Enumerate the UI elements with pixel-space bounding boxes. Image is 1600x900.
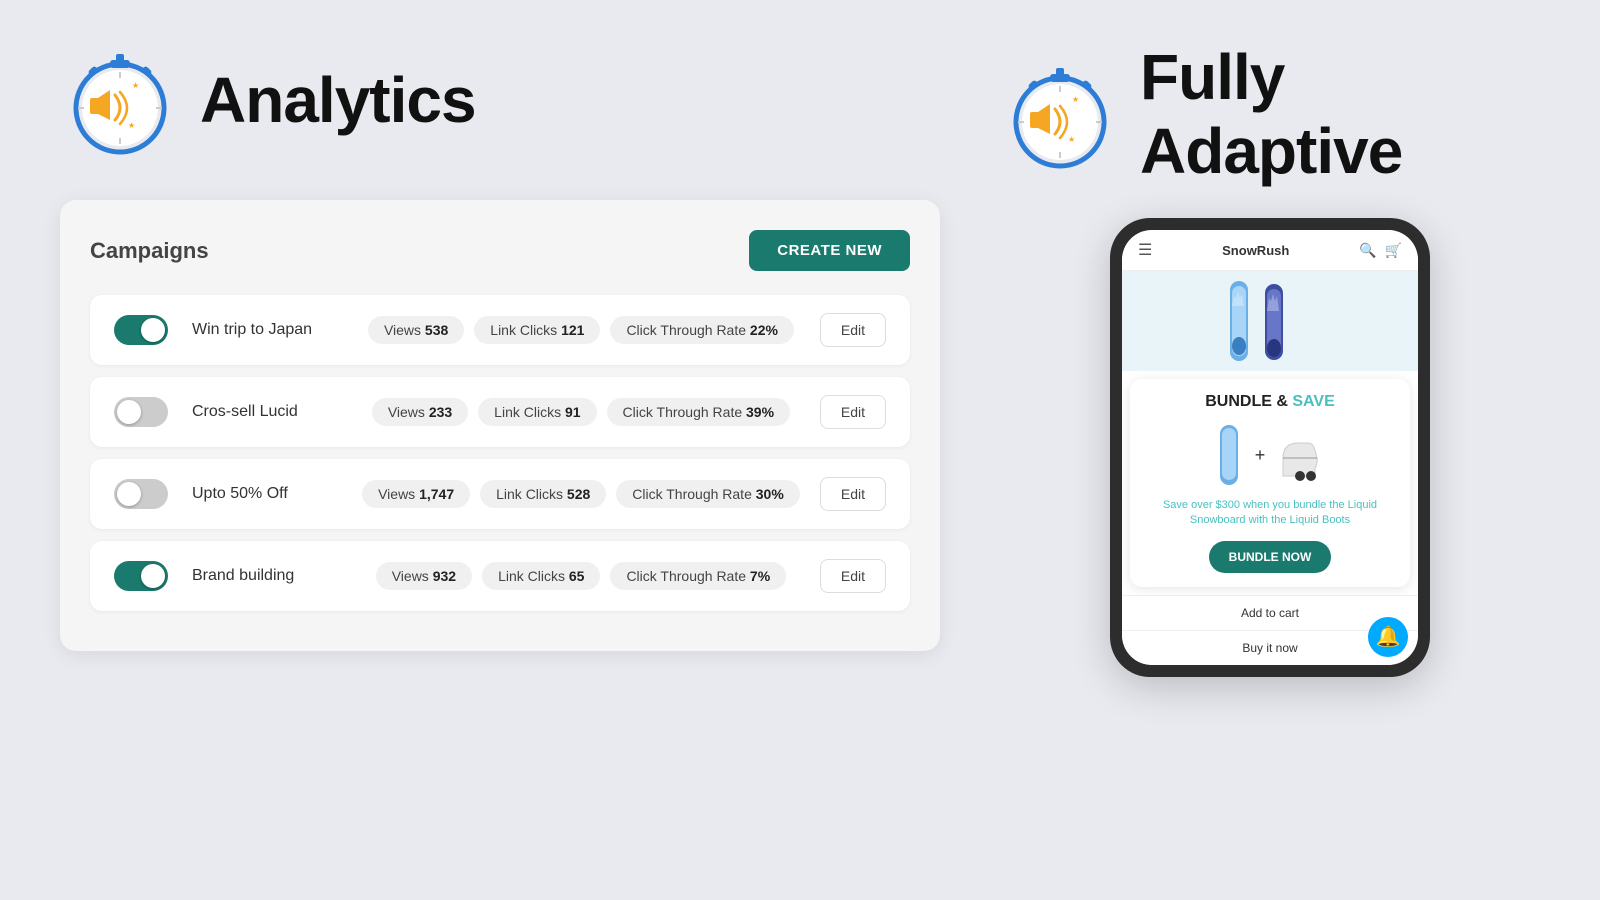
views-stat-0: Views 538 <box>368 316 464 344</box>
campaign-toggle-0[interactable] <box>114 315 168 345</box>
phone-top-bar: ☰ SnowRush 🔍 🛒 <box>1122 230 1418 271</box>
campaign-row: Upto 50% Off Views 1,747 Link Clicks 528… <box>90 459 910 529</box>
campaign-name-1: Cros-sell Lucid <box>192 403 352 421</box>
campaign-row: Win trip to Japan Views 538 Link Clicks … <box>90 295 910 365</box>
campaign-stats-1: Views 233 Link Clicks 91 Click Through R… <box>352 398 810 426</box>
analytics-title: Analytics <box>200 63 476 137</box>
campaigns-panel: Campaigns CREATE NEW Win trip to Japan V… <box>60 200 940 651</box>
bundle-now-button[interactable]: BUNDLE NOW <box>1209 541 1332 573</box>
link-clicks-stat-2: Link Clicks 528 <box>480 480 606 508</box>
campaign-row: Cros-sell Lucid Views 233 Link Clicks 91… <box>90 377 910 447</box>
views-stat-1: Views 233 <box>372 398 468 426</box>
campaign-stats-2: Views 1,747 Link Clicks 528 Click Throug… <box>352 480 810 508</box>
svg-text:★: ★ <box>128 121 135 130</box>
campaign-name-2: Upto 50% Off <box>192 485 352 503</box>
add-to-cart-text: Add to cart <box>1241 606 1299 620</box>
right-header: ★ ★ Fully Adaptive <box>1000 40 1540 188</box>
svg-text:★: ★ <box>1072 95 1079 104</box>
bundle-text: BUNDLE & <box>1205 393 1288 410</box>
edit-button-1[interactable]: Edit <box>820 395 886 429</box>
buy-now-text: Buy it now <box>1242 641 1297 655</box>
hamburger-icon[interactable]: ☰ <box>1138 240 1152 260</box>
right-section: ★ ★ Fully Adaptive ☰ SnowRush 🔍 🛒 <box>1000 40 1540 677</box>
edit-button-2[interactable]: Edit <box>820 477 886 511</box>
plus-icon: + <box>1255 445 1266 466</box>
analytics-logo: ★ ★ <box>60 40 180 160</box>
bundle-title: BUNDLE & SAVE <box>1144 393 1396 411</box>
store-name: SnowRush <box>1222 243 1289 258</box>
phone-mockup: ☰ SnowRush 🔍 🛒 <box>1110 218 1430 677</box>
edit-button-0[interactable]: Edit <box>820 313 886 347</box>
ctr-stat-2: Click Through Rate 30% <box>616 480 800 508</box>
fully-adaptive-title: Fully Adaptive <box>1140 40 1540 188</box>
notification-bell[interactable]: 🔔 <box>1368 617 1408 657</box>
campaign-row: Brand building Views 932 Link Clicks 65 … <box>90 541 910 611</box>
svg-text:★: ★ <box>1068 135 1075 144</box>
campaign-stats-0: Views 538 Link Clicks 121 Click Through … <box>352 316 810 344</box>
ctr-stat-3: Click Through Rate 7% <box>610 562 786 590</box>
ctr-stat-0: Click Through Rate 22% <box>610 316 794 344</box>
bundle-description: Save over $300 when you bundle the Liqui… <box>1144 498 1396 529</box>
bundle-products: + <box>1144 423 1396 488</box>
product-image-area <box>1122 271 1418 371</box>
views-stat-3: Views 932 <box>376 562 472 590</box>
campaign-name-3: Brand building <box>192 567 352 585</box>
campaigns-title: Campaigns <box>90 238 209 264</box>
campaign-stats-3: Views 932 Link Clicks 65 Click Through R… <box>352 562 810 590</box>
buy-now-bar: Buy it now 🔔 <box>1122 630 1418 665</box>
cart-icon[interactable]: 🛒 <box>1385 242 1402 259</box>
link-clicks-stat-0: Link Clicks 121 <box>474 316 600 344</box>
views-stat-2: Views 1,747 <box>362 480 470 508</box>
phone-screen: ☰ SnowRush 🔍 🛒 <box>1122 230 1418 665</box>
ctr-stat-1: Click Through Rate 39% <box>607 398 791 426</box>
campaign-name-0: Win trip to Japan <box>192 321 352 339</box>
campaigns-header: Campaigns CREATE NEW <box>90 230 910 271</box>
nav-icons: 🔍 🛒 <box>1359 242 1402 259</box>
campaign-toggle-3[interactable] <box>114 561 168 591</box>
edit-button-3[interactable]: Edit <box>820 559 886 593</box>
search-icon[interactable]: 🔍 <box>1359 242 1376 259</box>
create-new-button[interactable]: CREATE NEW <box>749 230 910 271</box>
svg-text:★: ★ <box>132 81 139 90</box>
bell-icon: 🔔 <box>1376 624 1401 649</box>
left-section: ★ ★ Analytics Campaigns CREATE NEW Win t… <box>60 40 940 651</box>
left-header: ★ ★ Analytics <box>60 40 940 160</box>
link-clicks-stat-1: Link Clicks 91 <box>478 398 596 426</box>
bundle-card: BUNDLE & SAVE + <box>1130 379 1410 587</box>
campaign-toggle-2[interactable] <box>114 479 168 509</box>
save-text: SAVE <box>1288 393 1335 410</box>
campaigns-list: Win trip to Japan Views 538 Link Clicks … <box>90 295 910 611</box>
fully-adaptive-logo: ★ ★ <box>1000 54 1120 174</box>
link-clicks-stat-3: Link Clicks 65 <box>482 562 600 590</box>
campaign-toggle-1[interactable] <box>114 397 168 427</box>
